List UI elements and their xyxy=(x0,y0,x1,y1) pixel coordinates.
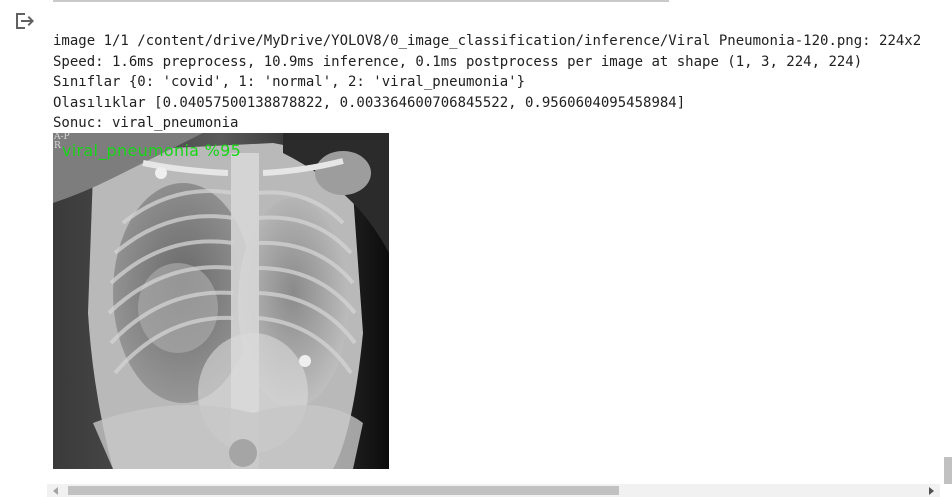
prediction-overlay-label: viral_pneumonia %95 xyxy=(62,141,242,160)
vertical-scrollbar-thumb[interactable] xyxy=(944,457,952,484)
output-line-probabilities: Olasılıklar [0.04057500138878822, 0.0033… xyxy=(53,94,686,111)
exit-to-app-icon[interactable] xyxy=(12,9,36,33)
cell-output: image 1/1 /content/drive/MyDrive/YOLOV8/… xyxy=(53,31,948,134)
output-line-speed: Speed: 1.6ms preprocess, 10.9ms inferenc… xyxy=(53,53,863,70)
cell-divider xyxy=(53,0,669,2)
output-line-classes: Sınıflar {0: 'covid', 1: 'normal', 2: 'v… xyxy=(53,74,526,90)
horizontal-scrollbar[interactable] xyxy=(47,484,940,497)
chest-xray-image: A-P R viral_pneumonia %95 xyxy=(53,133,389,469)
output-line-result: Sonuc: viral_pneumonia xyxy=(53,115,239,131)
scrollbar-thumb[interactable] xyxy=(68,486,619,495)
scroll-left-icon[interactable] xyxy=(53,487,58,495)
scroll-right-icon[interactable] xyxy=(929,487,934,495)
output-line-image-path: image 1/1 /content/drive/MyDrive/YOLOV8/… xyxy=(53,33,922,49)
